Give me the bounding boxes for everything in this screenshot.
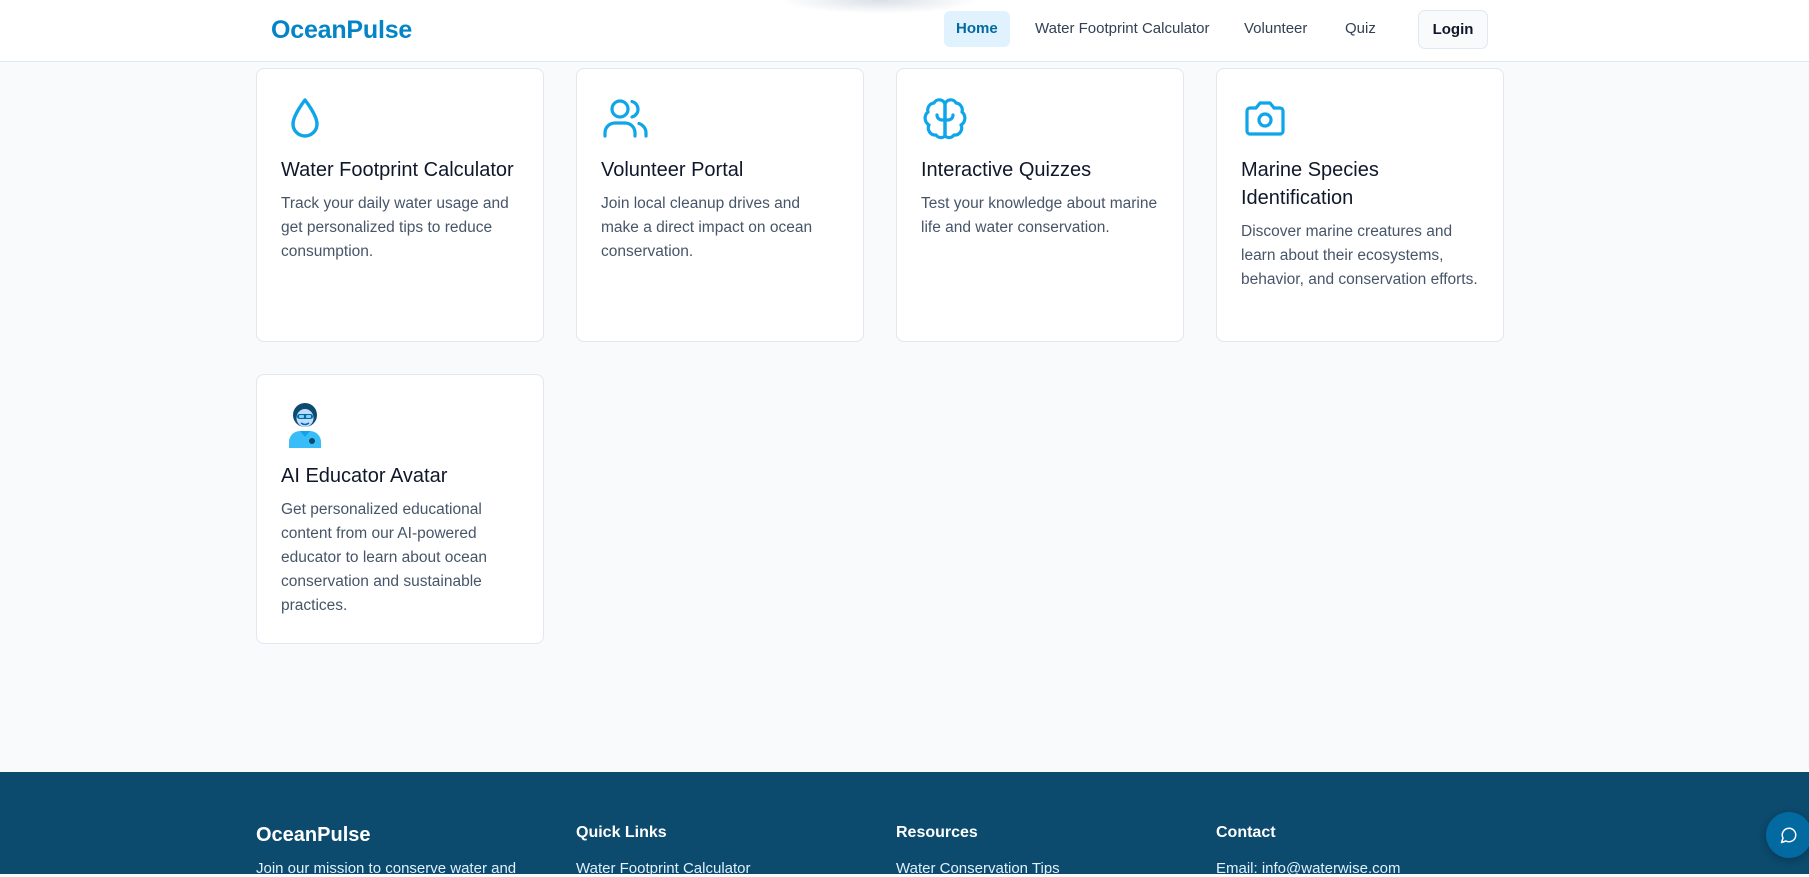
card-description: Discover marine creatures and learn abou…: [1241, 223, 1478, 288]
water-drop-icon: [291, 98, 319, 138]
chat-bubble-icon: [1780, 827, 1797, 844]
nav-water-footprint-calculator[interactable]: Water Footprint Calculator: [1023, 11, 1222, 47]
footer-column-contact: Contact Email: info@waterwise.com: [1216, 824, 1400, 877]
card-title: Interactive Quizzes: [921, 159, 1092, 181]
card-title: Volunteer Portal: [601, 159, 744, 181]
ai-educator-avatar-icon: [289, 403, 321, 448]
brain-icon: [923, 98, 967, 140]
top-navbar: OceanPulse Home Water Footprint Calculat…: [0, 0, 1809, 62]
nav-volunteer[interactable]: Volunteer: [1232, 11, 1319, 47]
footer-link[interactable]: Water Conservation Tips: [896, 860, 1060, 877]
nav-home[interactable]: Home: [944, 11, 1010, 47]
brand-logo[interactable]: OceanPulse: [271, 16, 412, 45]
footer-brand: OceanPulse: [256, 824, 371, 846]
card-description: Test your knowledge about marine life an…: [921, 195, 1158, 236]
feature-card-water-footprint[interactable]: Water Footprint Calculator Track your da…: [256, 68, 544, 342]
camera-icon: [1245, 101, 1285, 136]
card-description: Join local cleanup drives and make a dir…: [601, 195, 813, 260]
site-footer: OceanPulse Join our mission to conserve …: [0, 772, 1809, 877]
card-description: Get personalized educational content fro…: [281, 501, 487, 614]
footer-tagline: Join our mission to conserve water and: [256, 860, 517, 877]
feature-card-marine-species[interactable]: Marine Species Identification Discover m…: [1216, 68, 1504, 342]
login-button[interactable]: Login: [1418, 10, 1488, 49]
card-title: Marine Species Identification: [1241, 159, 1379, 209]
footer-column-heading: Contact: [1216, 824, 1276, 841]
card-description: Track your daily water usage and get per…: [281, 195, 509, 260]
card-title: Water Footprint Calculator: [281, 159, 514, 181]
card-title: AI Educator Avatar: [281, 465, 448, 487]
footer-link[interactable]: Water Footprint Calculator: [576, 860, 751, 877]
feature-card-ai-educator[interactable]: AI Educator Avatar Get personalized educ…: [256, 374, 544, 644]
footer-contact-email[interactable]: Email: info@waterwise.com: [1216, 860, 1400, 877]
footer-column-heading: Quick Links: [576, 824, 667, 841]
nav-quiz[interactable]: Quiz: [1333, 11, 1388, 47]
chat-button[interactable]: [1766, 812, 1809, 858]
footer-column-heading: Resources: [896, 824, 978, 841]
users-icon: [603, 99, 648, 138]
feature-card-interactive-quizzes[interactable]: Interactive Quizzes Test your knowledge …: [896, 68, 1184, 342]
footer-column-quick-links: Quick Links Water Footprint Calculator: [576, 824, 751, 877]
footer-column-resources: Resources Water Conservation Tips: [896, 824, 1060, 877]
feature-card-volunteer-portal[interactable]: Volunteer Portal Join local cleanup driv…: [576, 68, 864, 342]
